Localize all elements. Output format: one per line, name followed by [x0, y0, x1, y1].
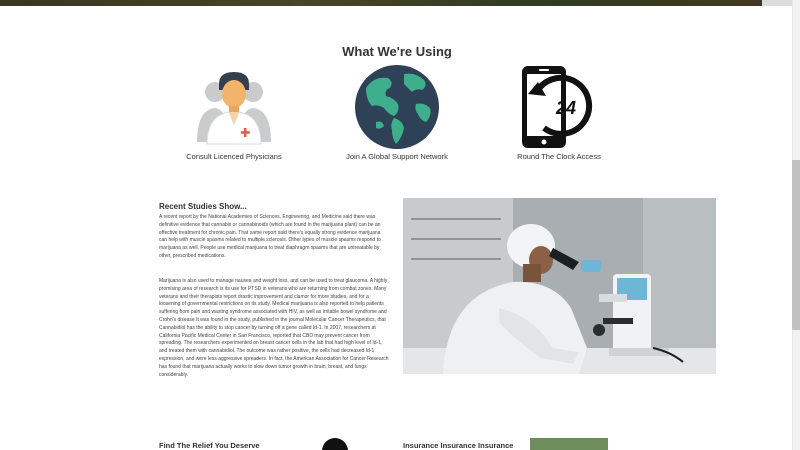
- top-banner-image: [0, 0, 762, 6]
- page-scrollbar[interactable]: [792, 0, 800, 450]
- relief-heading: Find The Relief You Deserve: [159, 441, 260, 450]
- studies-paragraph: Marijuana is also used to manage nausea …: [159, 278, 389, 378]
- 24-badge-text: 24: [555, 98, 576, 118]
- person-icon: [322, 438, 348, 450]
- scrollbar-thumb[interactable]: [792, 160, 800, 330]
- lab-researcher-photo: [403, 198, 716, 374]
- insurance-image: [530, 438, 608, 450]
- studies-paragraph: A recent report by the National Academie…: [159, 214, 381, 259]
- feature-24-hour-access: 24 Round The Clock Access: [459, 64, 659, 161]
- insurance-heading: Insurance Insurance Insurance: [403, 441, 514, 450]
- physician-icon: [197, 72, 271, 145]
- section-title: What We're Using: [342, 44, 452, 59]
- globe-icon: [355, 65, 439, 149]
- top-banner-edge: [762, 0, 792, 6]
- 24-hour-phone-icon: 24: [522, 66, 593, 148]
- feature-label: Round The Clock Access: [517, 152, 601, 161]
- studies-heading: Recent Studies Show...: [159, 202, 247, 211]
